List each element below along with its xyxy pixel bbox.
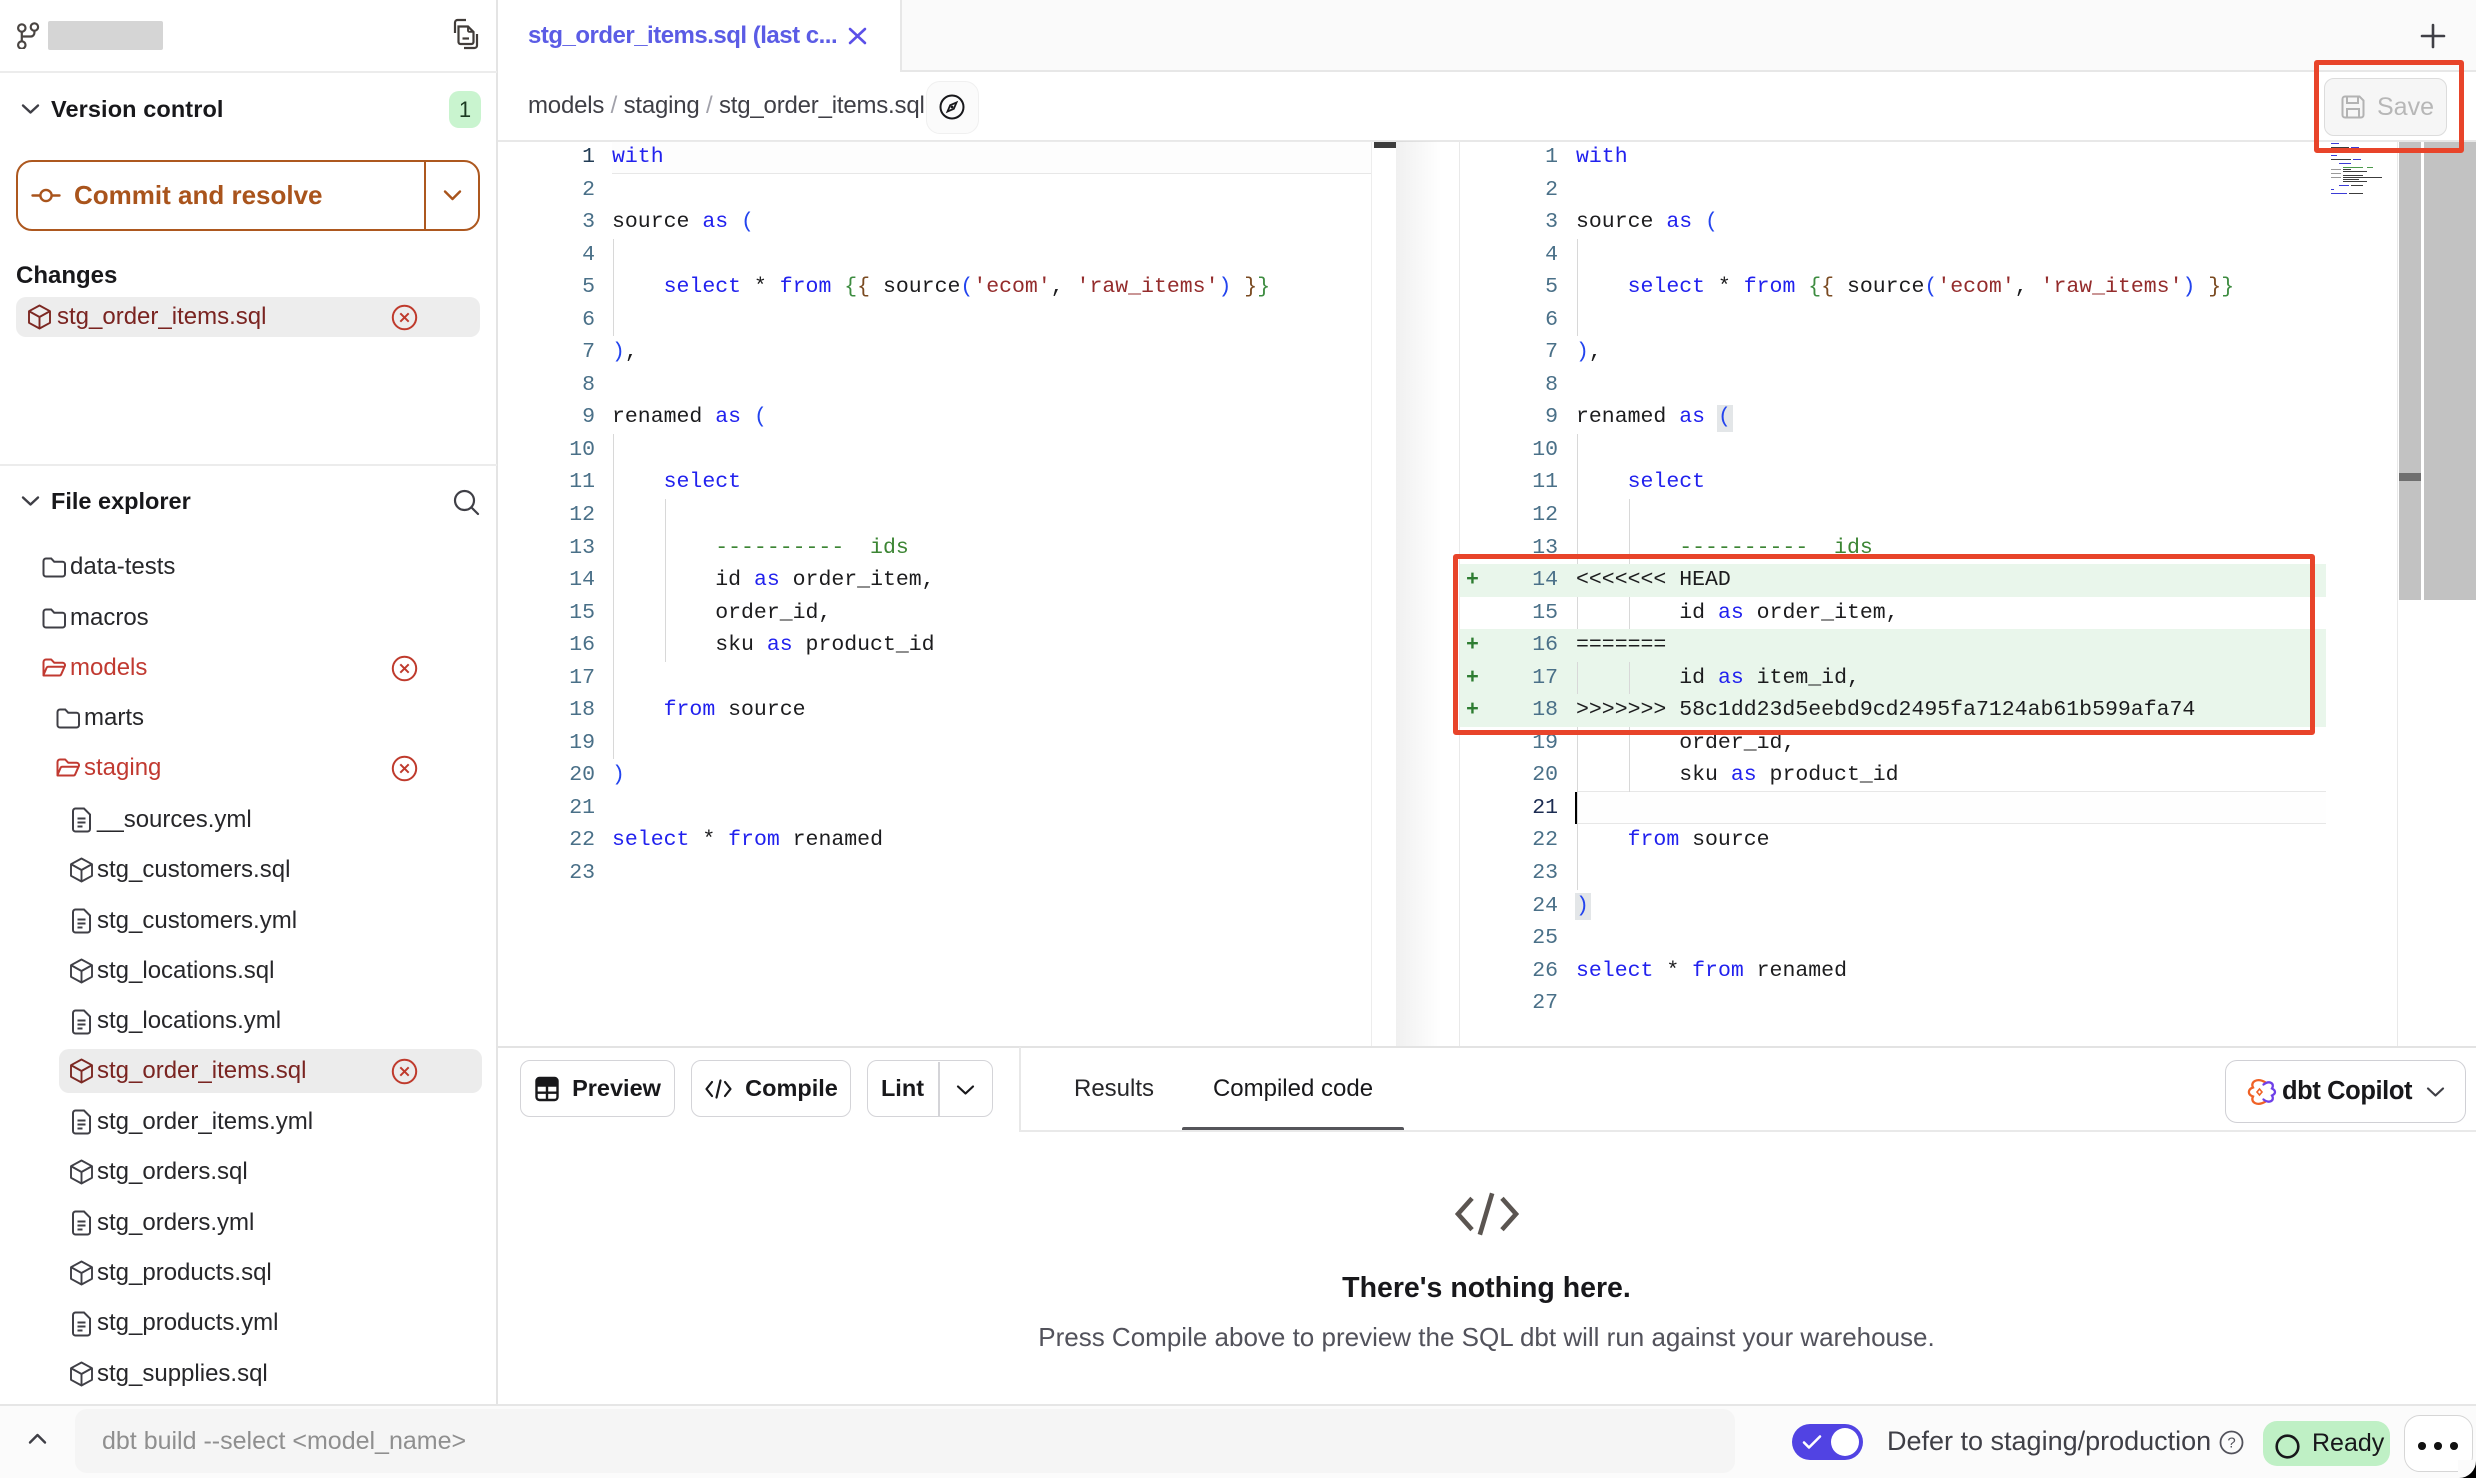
svg-text:?: ? bbox=[2227, 1435, 2235, 1452]
